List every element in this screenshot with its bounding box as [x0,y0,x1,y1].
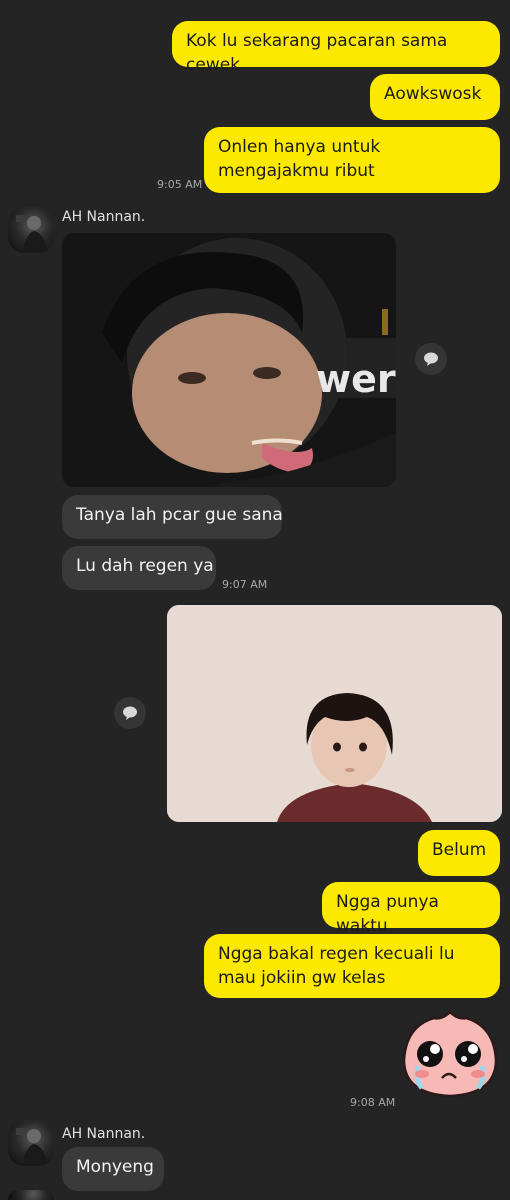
message-bubble-outgoing[interactable]: Belum [418,830,500,876]
message-text: Belum [432,840,487,860]
message-bubble-outgoing[interactable]: Kok lu sekarang pacaran sama cewek [172,21,500,75]
message-bubble-outgoing[interactable]: Aowkswosk [370,74,500,120]
avatar[interactable] [8,207,54,253]
image-overlay-text: wer [316,357,396,401]
sender-name: AH Nannan. [62,1126,146,1142]
avatar-photo [16,1128,48,1166]
avatar-partial [8,1190,54,1200]
message-bubble-outgoing[interactable]: Ngga bakal regen kecuali lu mau jokiin g… [204,934,500,998]
avatar[interactable] [8,1120,54,1166]
avatar-photo [16,215,48,253]
message-bubble-incoming[interactable]: Tanya lah pcar gue sana [62,495,283,539]
timestamp: 9:05 AM [157,178,203,191]
message-bubble-outgoing[interactable]: Ngga punya waktu [322,882,500,936]
image-message[interactable]: wer [62,233,396,487]
message-text: Lu dah regen ya [76,556,214,576]
reply-button[interactable] [415,343,447,375]
timestamp: 9:07 AM [222,578,268,591]
reply-button[interactable] [114,697,146,729]
speech-bubble-icon [424,352,438,366]
message-text: Onlen hanya untuk mengajakmu ribut [218,137,381,181]
message-bubble-incoming[interactable]: Lu dah regen ya [62,546,216,590]
message-text: Aowkswosk [384,84,482,104]
message-bubble-outgoing[interactable]: Onlen hanya untuk mengajakmu ribut [204,127,500,193]
message-bubble-incoming[interactable]: Monyeng [62,1147,164,1191]
message-text: Monyeng [76,1157,154,1177]
image-message[interactable] [167,605,502,822]
message-text: Ngga bakal regen kecuali lu mau jokiin g… [218,944,455,988]
sticker-message[interactable] [400,1008,500,1098]
baby-photo [167,605,502,822]
sender-name: AH Nannan. [62,209,146,225]
message-text: Ngga punya waktu [336,892,439,936]
crying-peach-sticker [402,1010,498,1098]
message-text: Kok lu sekarang pacaran sama cewek [186,31,448,75]
timestamp: 9:08 AM [350,1096,396,1109]
message-text: Tanya lah pcar gue sana [76,505,283,525]
speech-bubble-icon [123,706,137,720]
